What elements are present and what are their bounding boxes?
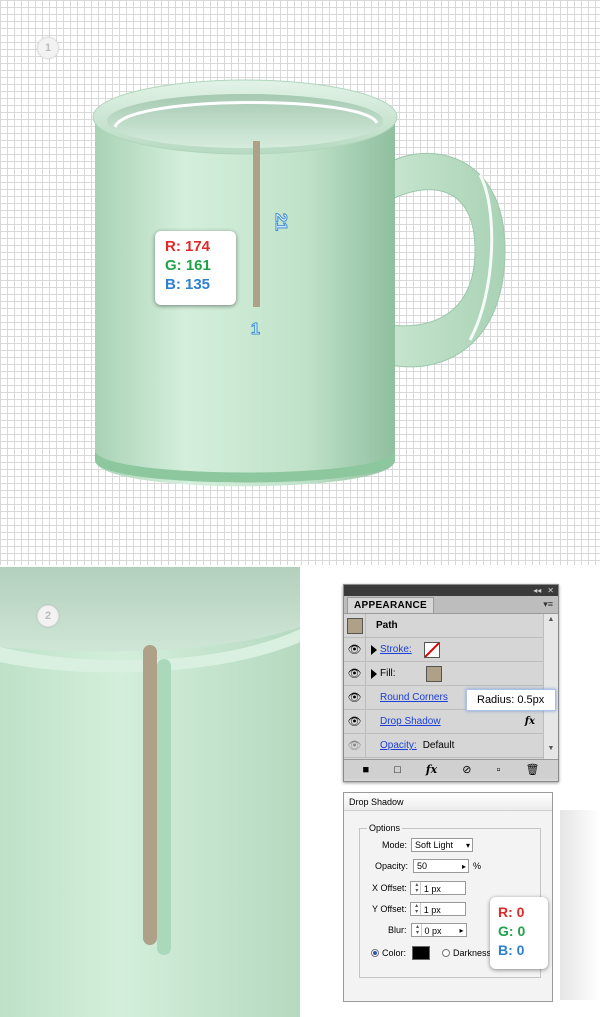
spinner-icon[interactable]: ▴ ▾ <box>414 903 421 915</box>
blur-label: Blur: <box>388 925 407 935</box>
rgb-values-card: R: 174 G: 161 B: 135 <box>155 231 236 305</box>
mode-row: Mode: Soft Light ▾ <box>382 838 474 852</box>
opacity-unit: % <box>473 861 482 871</box>
duplicate-item-icon[interactable]: ▫ <box>497 764 501 776</box>
height-dimension-label: 21 <box>271 213 289 232</box>
step-badge-1: 1 <box>37 37 59 59</box>
spinner-icon[interactable]: ▴ ▾ <box>415 924 422 936</box>
dialog-shadow-decoration <box>560 810 600 1000</box>
fx-icon: fx <box>524 716 535 727</box>
y-offset-row: Y Offset: ▴ ▾ 1 px <box>372 902 466 916</box>
stepper-arrow-icon[interactable]: ▸ <box>460 925 464 937</box>
x-offset-input[interactable]: ▴ ▾ 1 px <box>409 881 466 895</box>
path-label: Path <box>376 620 398 631</box>
scroll-down-icon[interactable]: ▼ <box>544 745 558 757</box>
drop-shadow-link[interactable]: Drop Shadow <box>380 716 441 727</box>
visibility-eye-icon[interactable]: 👁 <box>344 733 366 758</box>
x-offset-row: X Offset: ▴ ▾ 1 px <box>372 881 466 895</box>
fill-swatch[interactable] <box>425 665 442 682</box>
stroke-none-swatch[interactable] <box>423 641 440 658</box>
width-dimension-label: 1 <box>251 321 261 339</box>
rgb-green-value: G: 0 <box>498 923 526 939</box>
x-offset-label: X Offset: <box>372 883 407 893</box>
mode-value: Soft Light <box>415 840 454 850</box>
dropdown-arrow-icon: ▾ <box>466 841 471 850</box>
visibility-eye-icon[interactable]: 👁 <box>344 685 366 710</box>
clear-appearance-icon[interactable]: ⊘ <box>462 763 471 776</box>
add-fill-icon[interactable]: □ <box>394 764 401 776</box>
visibility-eye-icon[interactable]: 👁 <box>344 637 366 662</box>
mode-select[interactable]: Soft Light ▾ <box>411 838 474 852</box>
opacity-link[interactable]: Opacity: <box>380 740 417 751</box>
panel-scrollbar[interactable]: ▲ ▼ <box>543 614 558 759</box>
rgb-blue-value: B: 0 <box>498 942 525 958</box>
path-thumbnail <box>344 613 366 638</box>
appearance-panel: ◂◂ ✕ APPEARANCE ▾≡ Path 👁 Stroke: 👁 Fill… <box>343 584 559 782</box>
expand-triangle-icon[interactable] <box>371 668 377 679</box>
appearance-row-drop-shadow[interactable]: 👁 Drop Shadow fx <box>344 709 543 734</box>
rgb-red-value: R: 174 <box>165 238 211 255</box>
opacity-row: Opacity: 50 ▸ % <box>375 859 481 873</box>
mode-label: Mode: <box>382 840 408 850</box>
panel-bottom-toolbar: ■ □ fx ⊘ ▫ 🗑 <box>344 759 558 779</box>
color-radio[interactable] <box>371 949 379 957</box>
blur-value: 0 px <box>424 926 442 936</box>
collapse-panel-icon[interactable]: ◂◂ <box>533 586 541 595</box>
add-stroke-icon[interactable]: ■ <box>363 764 370 776</box>
shadow-color-swatch[interactable] <box>412 946 431 960</box>
radius-tooltip: Radius: 0.5px <box>466 689 556 711</box>
tab-appearance[interactable]: APPEARANCE <box>347 597 435 613</box>
opacity-input[interactable]: 50 ▸ <box>413 859 470 873</box>
stepper-arrow-icon[interactable]: ▸ <box>462 861 466 873</box>
close-panel-icon[interactable]: ✕ <box>547 586 554 595</box>
panel-titlebar: ◂◂ ✕ <box>344 585 558 596</box>
y-offset-input[interactable]: ▴ ▾ 1 px <box>409 902 466 916</box>
expand-triangle-icon[interactable] <box>371 644 377 655</box>
round-corners-link[interactable]: Round Corners <box>380 692 448 703</box>
panel-tab-bar: APPEARANCE ▾≡ <box>344 596 558 614</box>
shadow-rgb-card: R: 0 G: 0 B: 0 <box>490 897 548 969</box>
add-effect-icon[interactable]: fx <box>426 763 437 776</box>
dialog-title: Drop Shadow <box>344 793 552 811</box>
color-row: Color: Darkness: <box>371 946 494 960</box>
delete-item-icon[interactable]: 🗑 <box>525 763 539 776</box>
appearance-row-stroke[interactable]: 👁 Stroke: <box>344 637 543 662</box>
appearance-row-opacity[interactable]: 👁 Opacity: Default <box>344 733 543 758</box>
section-divider <box>300 567 302 1017</box>
spinner-icon[interactable]: ▴ ▾ <box>414 882 421 894</box>
rgb-blue-value: B: 135 <box>165 276 211 293</box>
visibility-eye-icon[interactable]: 👁 <box>344 709 366 734</box>
color-label: Color: <box>382 948 407 958</box>
opacity-value: Default <box>422 740 455 751</box>
appearance-list: Path 👁 Stroke: 👁 Fill: 👁 Round Corners 👁… <box>344 613 558 759</box>
x-offset-value: 1 px <box>423 884 441 894</box>
blur-row: Blur: ▴ ▾ 0 px ▸ <box>388 923 467 937</box>
y-offset-label: Y Offset: <box>372 904 407 914</box>
y-offset-value: 1 px <box>423 905 441 915</box>
mug-zoom-illustration <box>0 567 300 1017</box>
darkness-label: Darkness: <box>453 948 494 958</box>
fill-label: Fill: <box>380 668 396 679</box>
appearance-row-path[interactable]: Path <box>344 613 543 638</box>
step-badge-2: 2 <box>37 605 59 627</box>
scroll-up-icon[interactable]: ▲ <box>544 616 558 628</box>
panel-menu-icon[interactable]: ▾≡ <box>543 599 553 610</box>
appearance-row-fill[interactable]: 👁 Fill: <box>344 661 543 686</box>
options-group-label: Options <box>367 823 403 833</box>
stroke-link[interactable]: Stroke: <box>380 644 412 655</box>
mug-illustration <box>92 79 506 487</box>
blur-input[interactable]: ▴ ▾ 0 px ▸ <box>410 923 467 937</box>
opacity-input-value: 50 <box>417 861 428 871</box>
darkness-radio[interactable] <box>442 949 451 957</box>
opacity-label: Opacity: <box>375 861 409 871</box>
rgb-red-value: R: 0 <box>498 904 525 920</box>
visibility-eye-icon[interactable]: 👁 <box>344 661 366 686</box>
rgb-green-value: G: 161 <box>165 257 211 274</box>
